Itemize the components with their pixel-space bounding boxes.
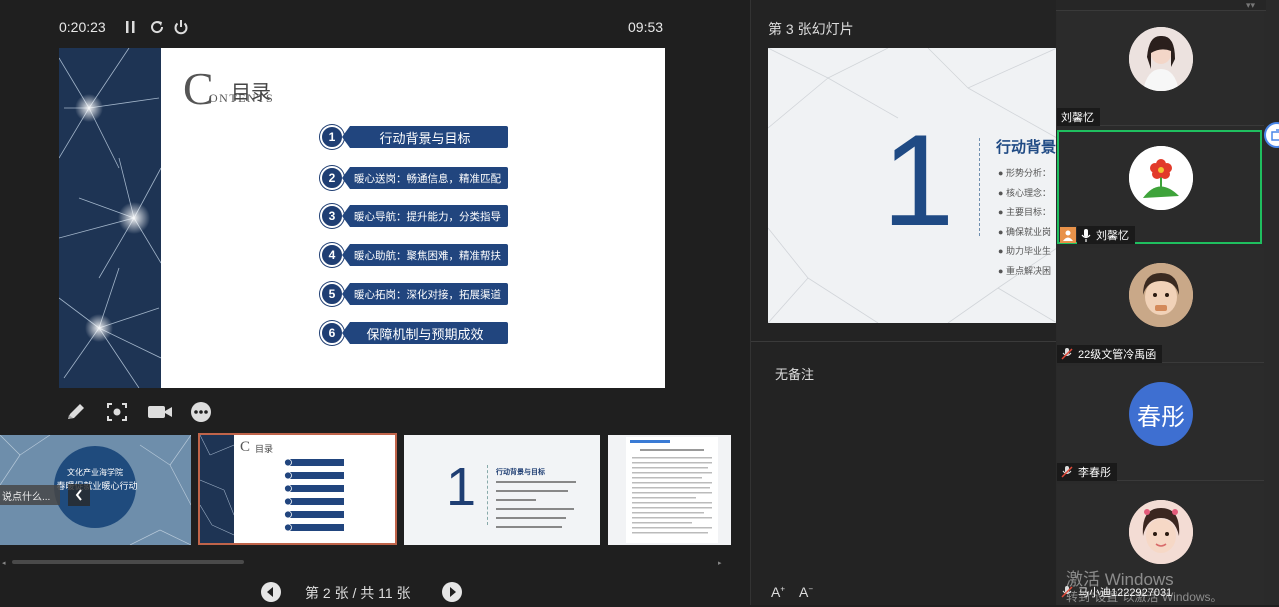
mic-muted-icon bbox=[1061, 348, 1073, 360]
scroll-left-arrow[interactable]: ◂ bbox=[2, 559, 6, 567]
thumb-3-bullets bbox=[496, 481, 576, 528]
collapse-chevrons-icon[interactable]: ▾▾ bbox=[1246, 0, 1255, 11]
thumb-2-image bbox=[200, 435, 234, 543]
thumb-4-document bbox=[626, 437, 718, 543]
bullet-6: ● 重点解决困 bbox=[998, 265, 1051, 276]
avatar bbox=[1129, 500, 1193, 564]
thumbnail-scrollbar[interactable]: ◂ ▸ bbox=[0, 557, 732, 567]
toc-item-2: 2 暖心送岗：畅通信息，精准匹配 bbox=[320, 166, 508, 190]
next-slide-bullets: ● 形势分析： ● 核心理念： ● 主要目标： ● 确保就业岗 ● 助力毕业生 … bbox=[998, 164, 1051, 281]
next-slide-button[interactable] bbox=[442, 582, 462, 607]
next-slide-header: 第 3 张幻灯片 bbox=[768, 21, 854, 37]
end-show-icon[interactable] bbox=[173, 19, 189, 35]
pause-icon[interactable] bbox=[125, 20, 137, 34]
next-slide-divider bbox=[979, 138, 981, 236]
participants-top-strip bbox=[1056, 0, 1266, 11]
participants-panel: ▾▾ 刘馨忆 刘馨忆 22级文管冷禹函 春彤 李春彤 马小迪1222927031 bbox=[1056, 0, 1279, 605]
elapsed-timer: 0:20:23 bbox=[59, 19, 106, 35]
zoom-icon[interactable] bbox=[106, 402, 128, 427]
next-slide-preview: 1 行动背景 ● 形势分析： ● 核心理念： ● 主要目标： ● 确保就业岗 ●… bbox=[768, 48, 1057, 323]
font-increase-button[interactable]: A+ bbox=[771, 584, 785, 600]
bullet-1: ● 形势分析： bbox=[998, 168, 1051, 178]
participant-name: 刘馨忆 bbox=[1057, 108, 1100, 126]
thumb-1-line1: 文化产业海学院 bbox=[67, 468, 123, 477]
participant-name-tag: 李春彤 bbox=[1057, 463, 1117, 481]
font-decrease-button[interactable]: A− bbox=[799, 584, 813, 600]
notes-text: 无备注 bbox=[775, 367, 815, 382]
bullet-5: ● 助力毕业生 bbox=[998, 246, 1051, 256]
participant-tile-2-active[interactable]: 刘馨忆 bbox=[1057, 130, 1262, 244]
thumb-3-divider bbox=[487, 465, 489, 525]
toc-item-5: 5 暖心拓岗：深化对接，拓展渠道 bbox=[320, 282, 508, 306]
scroll-left-button[interactable] bbox=[68, 484, 90, 506]
pen-icon[interactable] bbox=[65, 402, 87, 427]
comment-input[interactable]: 说点什么... bbox=[0, 485, 60, 505]
thumb-3-number: 1 bbox=[446, 457, 477, 517]
host-badge-icon bbox=[1060, 227, 1076, 243]
participant-tile-3[interactable]: 22级文管冷禹函 bbox=[1057, 248, 1264, 363]
bullet-4: ● 确保就业岗 bbox=[998, 226, 1051, 237]
toc-item-4: 4 暖心助航：聚焦困难，精准帮扶 bbox=[320, 243, 508, 267]
thumbnail-slide-2-selected[interactable]: C 目录 bbox=[198, 433, 397, 545]
current-slide: C ONTENTS 目录 1 行动背景与目标 2 暖心送岗：畅通信息，精准匹配 … bbox=[59, 48, 665, 388]
avatar bbox=[1129, 146, 1193, 210]
activation-watermark-subtitle: 转到"设置"以激活 Windows。 bbox=[1066, 590, 1223, 604]
avatar: 春彤 bbox=[1129, 382, 1193, 446]
slide-dandelion-image bbox=[59, 48, 161, 388]
camera-icon[interactable] bbox=[147, 403, 173, 426]
thumb-2-title: 目录 bbox=[255, 444, 274, 454]
thumb-2-toc-bars bbox=[284, 459, 344, 531]
scrollbar-thumb[interactable] bbox=[12, 560, 244, 564]
toc-item-1: 1 行动背景与目标 bbox=[320, 125, 508, 149]
share-icon[interactable] bbox=[1264, 122, 1279, 148]
thumb-3-title: 行动背景与目标 bbox=[496, 469, 545, 476]
activation-watermark-title: 激活 Windows bbox=[1066, 570, 1174, 589]
mic-muted-icon bbox=[1061, 466, 1073, 478]
chevron-left-icon bbox=[75, 489, 82, 501]
more-icon[interactable] bbox=[190, 401, 212, 428]
bullet-2: ● 核心理念： bbox=[998, 187, 1051, 198]
thumbnail-slide-1[interactable]: 文化产业海学院 春暖促就业暖心行动 说点什么... bbox=[0, 435, 191, 545]
notes-panel: 第 3 张幻灯片 1 行动背景 ● 形势分析： ● 核心理念： ● 主要目标： … bbox=[750, 0, 1057, 605]
participant-name-tag: 22级文管冷禹函 bbox=[1057, 345, 1163, 363]
thumb-1-line2: 春暖促就业暖心行动 bbox=[56, 481, 138, 491]
scroll-right-arrow[interactable]: ▸ bbox=[718, 559, 722, 567]
notes-divider bbox=[751, 341, 1057, 342]
slide-title: 目录 bbox=[231, 82, 271, 104]
slide-counter: 第 2 张 / 共 11 张 bbox=[305, 585, 411, 601]
avatar bbox=[1129, 263, 1193, 327]
participant-name-tag: 刘馨忆 bbox=[1077, 226, 1135, 244]
avatar bbox=[1129, 27, 1193, 91]
next-slide-title: 行动背景 bbox=[996, 139, 1057, 156]
participant-tile-1[interactable]: 刘馨忆 bbox=[1057, 11, 1264, 126]
bullet-3: ● 主要目标： bbox=[998, 207, 1051, 217]
thumbnail-slide-4[interactable] bbox=[608, 435, 731, 545]
next-slide-number: 1 bbox=[882, 107, 955, 253]
participant-tile-4[interactable]: 春彤 李春彤 bbox=[1057, 366, 1264, 481]
microphone-icon bbox=[1081, 228, 1091, 242]
toc-item-6: 6 保障机制与预期成效 bbox=[320, 321, 508, 345]
thumb-2-letter: C bbox=[240, 439, 251, 455]
prev-slide-button[interactable] bbox=[261, 582, 281, 607]
restart-icon[interactable] bbox=[149, 19, 165, 35]
toc-item-3: 3 暖心导航：提升能力，分类指导 bbox=[320, 204, 508, 228]
clock: 09:53 bbox=[628, 19, 664, 35]
thumbnail-slide-3[interactable]: 1 行动背景与目标 bbox=[404, 435, 600, 545]
